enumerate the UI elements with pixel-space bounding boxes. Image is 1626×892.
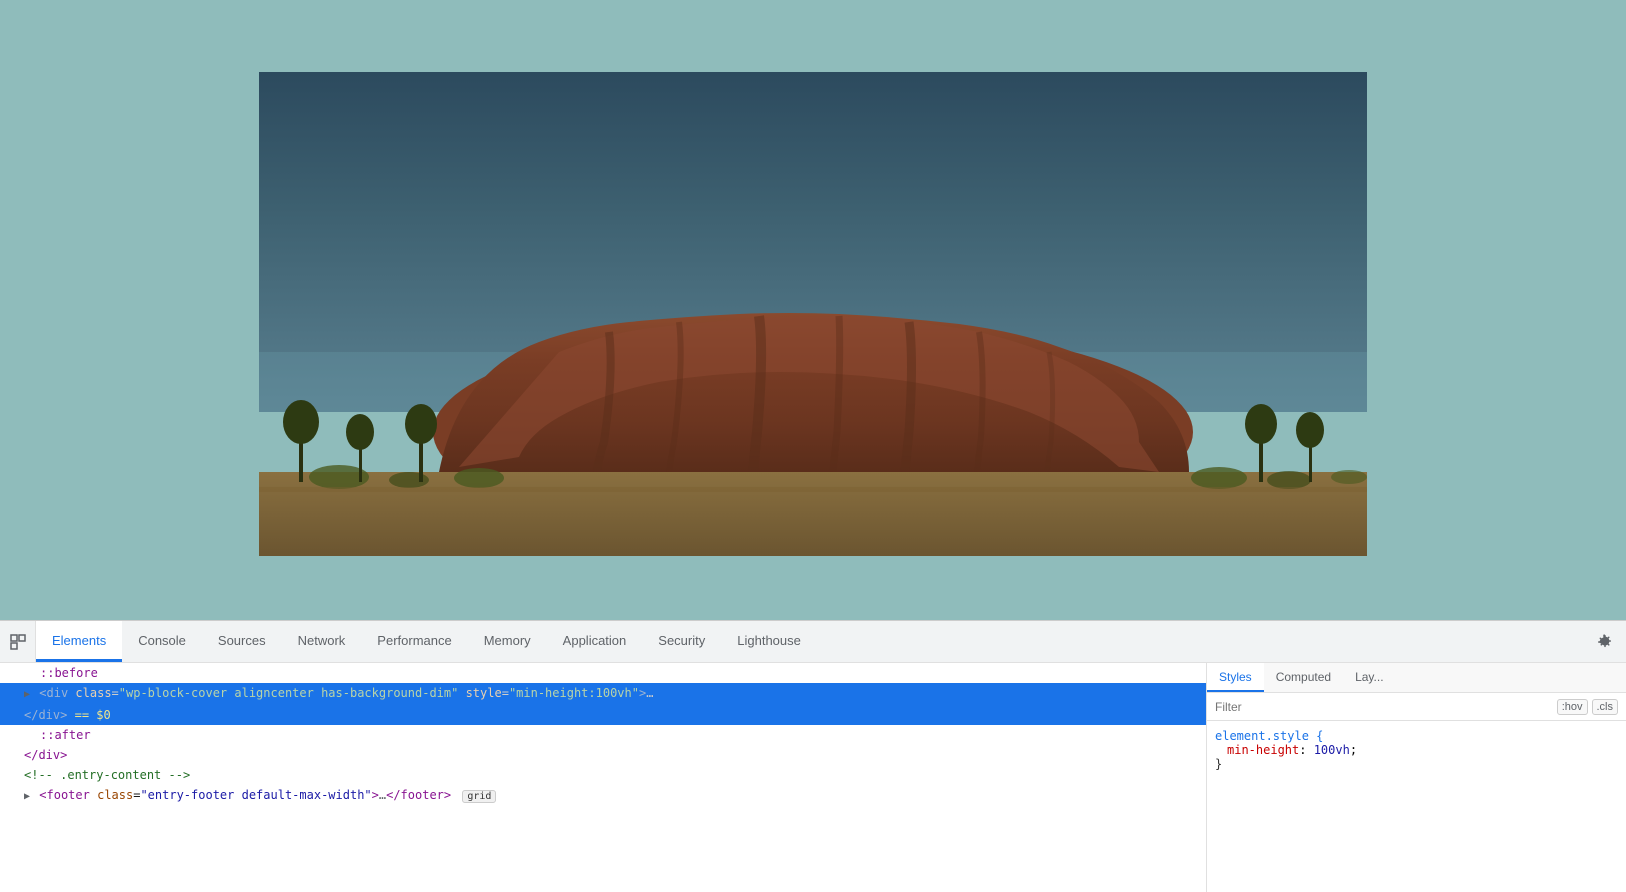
tab-console[interactable]: Console — [122, 621, 202, 662]
hero-image — [259, 72, 1367, 556]
tab-lighthouse[interactable]: Lighthouse — [721, 621, 817, 662]
html-line-div-close[interactable]: </div> == $0 — [0, 705, 1206, 725]
pseudo-after: ::after — [40, 728, 91, 742]
styles-panel: Styles Computed Lay... :hov .cls element… — [1206, 663, 1626, 892]
browser-viewport — [0, 0, 1626, 620]
html-panel: ::before ▶ <div class="wp-block-cover al… — [0, 663, 1206, 892]
tab-layout[interactable]: Lay... — [1343, 663, 1395, 692]
hov-filter-button[interactable]: :hov — [1557, 699, 1588, 715]
css-colon: : — [1299, 743, 1313, 757]
tab-performance[interactable]: Performance — [361, 621, 467, 662]
html-line-comment: <!-- .entry-content --> — [0, 765, 1206, 785]
css-semicolon: ; — [1350, 743, 1357, 757]
html-line-after: ::after — [0, 725, 1206, 745]
styles-filter-row: :hov .cls — [1207, 693, 1626, 721]
tab-application[interactable]: Application — [547, 621, 643, 662]
css-prop-min-height: min-height — [1227, 743, 1299, 757]
tab-memory[interactable]: Memory — [468, 621, 547, 662]
css-selector: element.style { — [1215, 729, 1323, 743]
css-rule-block: min-height: 100vh; — [1215, 743, 1618, 757]
css-closing-brace: } — [1215, 757, 1222, 771]
css-value-100vh: 100vh — [1314, 743, 1350, 757]
tab-sources[interactable]: Sources — [202, 621, 282, 662]
tab-computed[interactable]: Computed — [1264, 663, 1343, 692]
settings-gear-icon[interactable] — [1584, 621, 1626, 662]
devtools-content: ::before ▶ <div class="wp-block-cover al… — [0, 663, 1626, 892]
styles-content: element.style { min-height: 100vh; } — [1207, 721, 1626, 892]
tab-elements[interactable]: Elements — [36, 621, 122, 662]
grid-badge: grid — [462, 790, 496, 803]
styles-filter-buttons: :hov .cls — [1557, 699, 1618, 715]
tab-network[interactable]: Network — [282, 621, 362, 662]
html-line-footer[interactable]: ▶ <footer class="entry-footer default-ma… — [0, 785, 1206, 807]
styles-tabs: Styles Computed Lay... — [1207, 663, 1626, 693]
pseudo-before: ::before — [40, 666, 98, 680]
cls-filter-button[interactable]: .cls — [1592, 699, 1619, 715]
styles-filter-input[interactable] — [1215, 700, 1557, 714]
tab-security[interactable]: Security — [642, 621, 721, 662]
devtools-panel: Elements Console Sources Network Perform… — [0, 620, 1626, 892]
html-line-div-close2: </div> — [0, 745, 1206, 765]
tab-styles[interactable]: Styles — [1207, 663, 1264, 692]
element-selector-icon[interactable] — [0, 621, 36, 662]
html-line-before: ::before — [0, 663, 1206, 683]
css-rule-element-style: element.style { min-height: 100vh; } — [1215, 729, 1618, 771]
devtools-toolbar: Elements Console Sources Network Perform… — [0, 621, 1626, 663]
html-line-selected-div[interactable]: ▶ <div class="wp-block-cover aligncenter… — [0, 683, 1206, 705]
